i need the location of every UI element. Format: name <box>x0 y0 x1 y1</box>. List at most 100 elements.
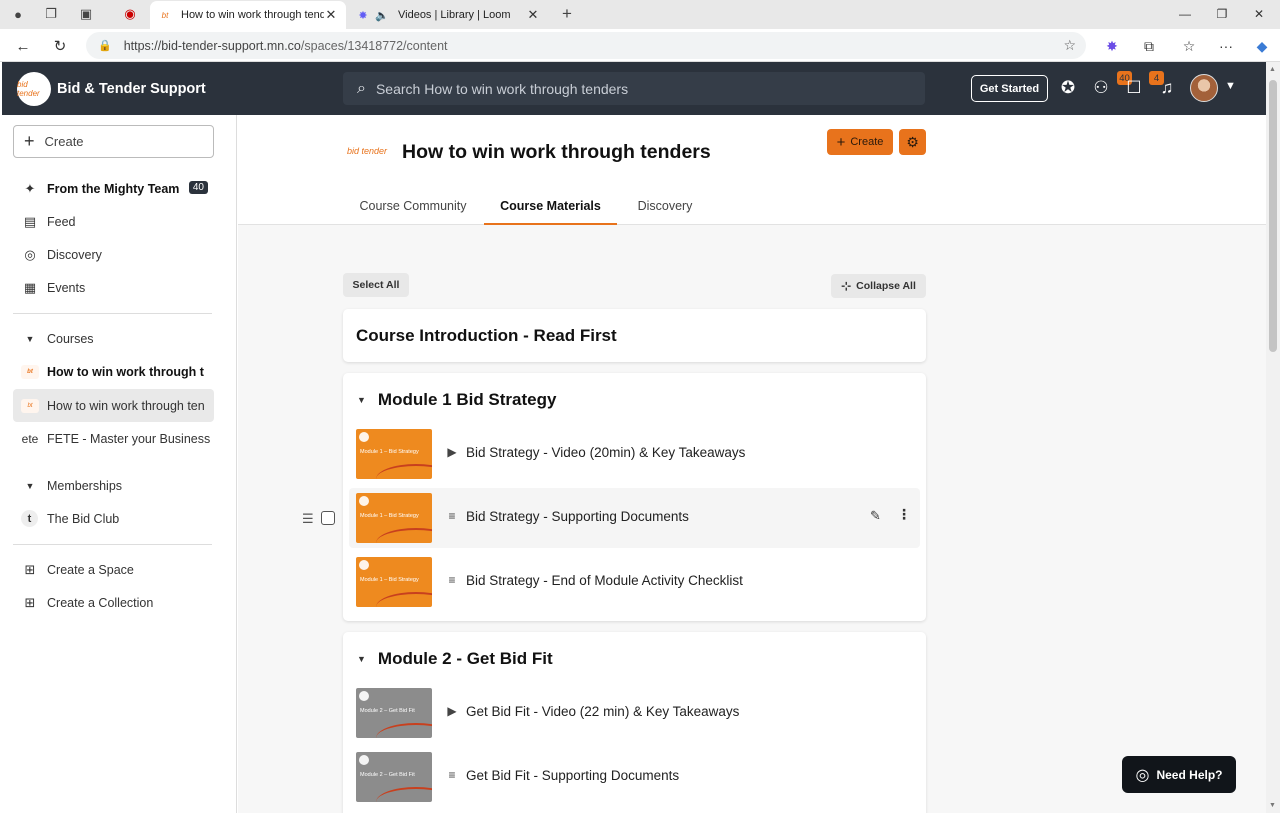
sidebar: + Create ✦ From the Mighty Team 40 ▤ Fee… <box>2 115 237 813</box>
plus-square-icon: ⊞ <box>24 594 36 610</box>
sidebar-item-fete[interactable]: ete FETE - Master your Business <box>13 422 214 455</box>
get-started-button[interactable]: Get Started <box>971 75 1048 102</box>
tab-actions-icon[interactable]: ▣ <box>77 5 95 23</box>
tab-discovery[interactable]: Discovery <box>617 191 713 225</box>
lesson-thumbnail: Module 2 – Get Bid Fit <box>356 688 432 738</box>
refresh-icon[interactable]: ↻ <box>49 35 71 57</box>
collapse-icon: ⊹ <box>841 279 852 293</box>
badge-star-icon[interactable]: ✪ <box>1057 77 1079 99</box>
sidebar-item-course-selected[interactable]: bt How to win work through ten <box>13 389 214 422</box>
back-icon[interactable]: ← <box>12 35 34 57</box>
lesson-row[interactable]: Module 1 – Bid Strategy ≡ Bid Strategy -… <box>349 552 920 612</box>
minimize-icon[interactable]: — <box>1175 4 1195 24</box>
close-tab-icon[interactable]: ✕ <box>324 7 338 23</box>
calendar-icon: ▦ <box>23 279 37 295</box>
lesson-row[interactable]: Module 1 – Bid Strategy ▶ Bid Strategy -… <box>349 424 920 484</box>
thumbnail-label: Module 1 – Bid Strategy <box>360 577 419 583</box>
sidebar-item-course[interactable]: bt How to win work through t <box>13 355 214 388</box>
create-button[interactable]: + Create <box>13 125 214 158</box>
sidebar-item-label: Feed <box>47 214 76 229</box>
favorites-icon[interactable]: ☆ <box>1178 35 1200 57</box>
caret-down-icon: ▼ <box>357 654 366 664</box>
copilot-icon[interactable]: ◆ <box>1251 35 1273 57</box>
collapse-all-button[interactable]: ⊹ Collapse All <box>831 274 926 298</box>
thumbnail-label: Module 2 – Get Bid Fit <box>360 772 415 778</box>
close-window-icon[interactable]: ✕ <box>1249 4 1269 24</box>
scroll-up-icon[interactable]: ▲ <box>1269 66 1276 73</box>
thumbnail-logo <box>359 496 369 506</box>
workspaces-icon[interactable]: ❐ <box>42 5 60 23</box>
module-title-toggle[interactable]: ▼ Module 1 Bid Strategy <box>357 390 556 410</box>
section-card[interactable]: Course Introduction - Read First <box>343 309 926 362</box>
chat-icon[interactable]: ☐ <box>1123 77 1145 99</box>
more-menu-icon[interactable]: ··· <box>1215 35 1237 57</box>
lesson-checkbox[interactable] <box>321 511 335 525</box>
new-tab-icon[interactable]: + <box>558 4 576 23</box>
sidebar-item-label: From the Mighty Team <box>47 181 180 196</box>
thumbnail-label: Module 2 – Get Bid Fit <box>360 708 415 714</box>
lesson-row[interactable]: Module 1 – Bid Strategy ≡ Bid Strategy -… <box>349 488 920 548</box>
thumbnail-swoosh <box>376 723 432 738</box>
tab-course-materials[interactable]: Course Materials <box>484 191 617 225</box>
caret-down-icon: ▼ <box>357 395 366 405</box>
scrollbar-thumb[interactable] <box>1269 80 1277 352</box>
count-badge: 40 <box>188 181 208 194</box>
favorite-star-icon[interactable]: ☆ <box>1063 37 1076 54</box>
sidebar-item-from-mighty-team[interactable]: ✦ From the Mighty Team 40 <box>13 172 214 205</box>
course-logo-icon: bt <box>21 364 39 379</box>
sidebar-item-events[interactable]: ▦ Events <box>13 271 214 304</box>
app-logo[interactable]: bid tender <box>17 72 51 106</box>
bell-icon[interactable]: ♫ <box>1156 77 1178 99</box>
drag-handle-icon[interactable]: ☰ <box>302 511 314 527</box>
course-create-button[interactable]: + Create <box>827 129 893 155</box>
scroll-down-icon[interactable]: ▼ <box>1269 802 1276 809</box>
tab-course-community[interactable]: Course Community <box>342 191 484 225</box>
lesson-row[interactable]: Module 2 – Get Bid Fit ▶ Get Bid Fit - V… <box>349 683 920 743</box>
select-all-button[interactable]: Select All <box>343 273 409 297</box>
gear-icon[interactable]: ⚙ <box>899 129 926 155</box>
module-title-toggle[interactable]: ▼ Module 2 - Get Bid Fit <box>357 649 553 669</box>
bid-tender-favicon: bt <box>161 10 169 20</box>
edit-pencil-icon[interactable]: ✎ <box>870 508 881 524</box>
chevron-down-icon[interactable]: ▼ <box>1225 80 1236 92</box>
close-tab-icon[interactable]: ✕ <box>526 7 540 23</box>
more-vertical-icon[interactable]: ⋮ <box>897 506 911 523</box>
sidebar-item-label: Events <box>47 280 86 295</box>
need-help-button[interactable]: ◎ Need Help? <box>1122 756 1236 793</box>
search-icon: ⌕ <box>357 79 366 97</box>
extension-icon[interactable]: ✸ <box>1101 35 1123 57</box>
thumbnail-swoosh <box>376 787 432 802</box>
page-scrollbar[interactable]: ▲ ▼ <box>1266 62 1280 813</box>
lesson-title: Bid Strategy - Supporting Documents <box>466 509 689 524</box>
create-space-button[interactable]: ⊞ Create a Space <box>13 553 214 586</box>
extensions-puzzle-icon[interactable]: ⧉ <box>1138 35 1160 57</box>
url-field[interactable]: 🔒 https://bid-tender-support.mn.co/space… <box>86 32 1086 59</box>
plus-icon: + <box>836 133 846 151</box>
sidebar-item-discovery[interactable]: ◎ Discovery <box>13 238 214 271</box>
document-icon: ≡ <box>448 573 456 587</box>
lifebuoy-icon: ◎ <box>1135 766 1150 784</box>
sidebar-item-bid-club[interactable]: t The Bid Club <box>13 502 214 535</box>
browser-tab[interactable]: ✸ 🔈 Videos | Library | Loom ✕ <box>348 1 548 29</box>
document-icon: ≡ <box>448 768 456 782</box>
section-label: Memberships <box>47 478 123 493</box>
section-title: Course Introduction - Read First <box>356 326 617 345</box>
profile-icon[interactable]: ● <box>9 5 27 23</box>
search-input[interactable]: ⌕ Search How to win work through tenders <box>343 72 925 105</box>
add-person-icon[interactable]: ⚇ <box>1090 77 1112 99</box>
sidebar-item-feed[interactable]: ▤ Feed <box>13 205 214 238</box>
app-name[interactable]: Bid & Tender Support <box>57 81 206 97</box>
courses-section-toggle[interactable]: ▼ Courses <box>13 322 214 355</box>
speaker-icon: 🔈 <box>375 9 389 22</box>
memberships-section-toggle[interactable]: ▼ Memberships <box>13 469 214 502</box>
sidebar-item-label: How to win work through ten <box>47 398 205 413</box>
record-icon[interactable]: ◉ <box>121 5 139 23</box>
restore-icon[interactable]: ❐ <box>1212 4 1232 24</box>
avatar[interactable] <box>1190 74 1218 102</box>
page-title: How to win work through tenders <box>402 141 711 163</box>
section-label: Courses <box>47 331 94 346</box>
lesson-row[interactable]: Module 2 – Get Bid Fit ≡ Get Bid Fit - S… <box>349 747 920 807</box>
browser-tab-active[interactable]: bt How to win work through tenders ✕ <box>150 1 346 29</box>
create-collection-button[interactable]: ⊞ Create a Collection <box>13 586 214 619</box>
thumbnail-swoosh <box>376 528 432 543</box>
